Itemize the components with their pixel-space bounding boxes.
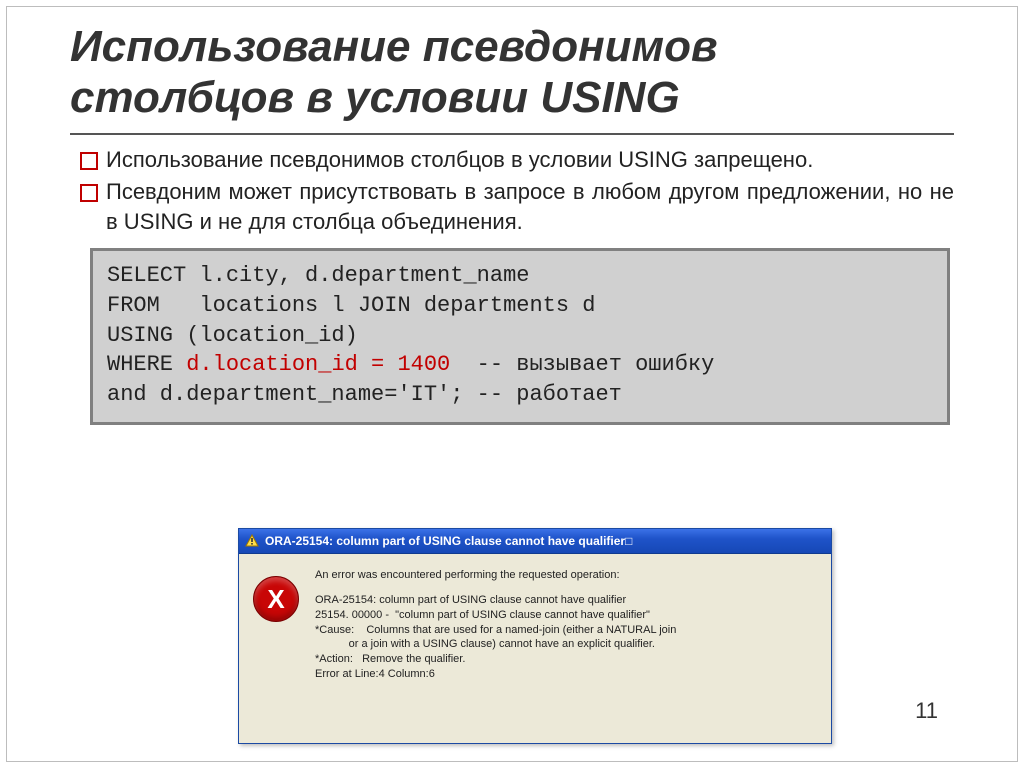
error-line: Error at Line:4 Column:6 xyxy=(315,667,676,682)
code-line: SELECT l.city, d.department_name xyxy=(107,263,529,288)
error-text: An error was encountered performing the … xyxy=(315,568,676,682)
error-body: X An error was encountered performing th… xyxy=(239,554,831,690)
slide-title: Использование псевдонимов столбцов в усл… xyxy=(70,22,954,123)
code-error-highlight: d.location_id = 1400 xyxy=(186,352,450,377)
error-line: 25154. 00000 - "column part of USING cla… xyxy=(315,608,676,623)
error-title-text: ORA-25154: column part of USING clause c… xyxy=(265,534,632,548)
error-dialog: ORA-25154: column part of USING clause c… xyxy=(238,528,832,744)
code-line-part: WHERE xyxy=(107,352,186,377)
code-line: USING (location_id) xyxy=(107,323,358,348)
error-line: *Action: Remove the qualifier. xyxy=(315,652,676,667)
code-line: FROM locations l JOIN departments d xyxy=(107,293,595,318)
warning-icon xyxy=(245,534,259,548)
slide: Использование псевдонимов столбцов в усл… xyxy=(0,0,1024,768)
error-line: ORA-25154: column part of USING clause c… xyxy=(315,593,676,608)
bullet-item: Псевдоним может присутствовать в запросе… xyxy=(78,177,954,236)
error-titlebar: ORA-25154: column part of USING clause c… xyxy=(239,529,831,554)
error-x-icon: X xyxy=(253,576,299,622)
bullet-list: Использование псевдонимов столбцов в усл… xyxy=(78,145,954,236)
code-line-part: -- вызывает ошибку xyxy=(450,352,714,377)
title-line1: Использование псевдонимов xyxy=(70,22,718,71)
error-intro: An error was encountered performing the … xyxy=(315,568,676,583)
error-x-letter: X xyxy=(267,584,284,615)
error-line: or a join with a USING clause) cannot ha… xyxy=(315,637,676,652)
error-line: *Cause: Columns that are used for a name… xyxy=(315,623,676,638)
title-underline xyxy=(70,133,954,135)
code-block: SELECT l.city, d.department_name FROM lo… xyxy=(90,248,950,424)
page-number: 11 xyxy=(915,698,938,724)
code-line: and d.department_name='IT'; -- работает xyxy=(107,382,622,407)
bullet-item: Использование псевдонимов столбцов в усл… xyxy=(78,145,954,175)
title-line2: столбцов в условии USING xyxy=(70,73,680,122)
